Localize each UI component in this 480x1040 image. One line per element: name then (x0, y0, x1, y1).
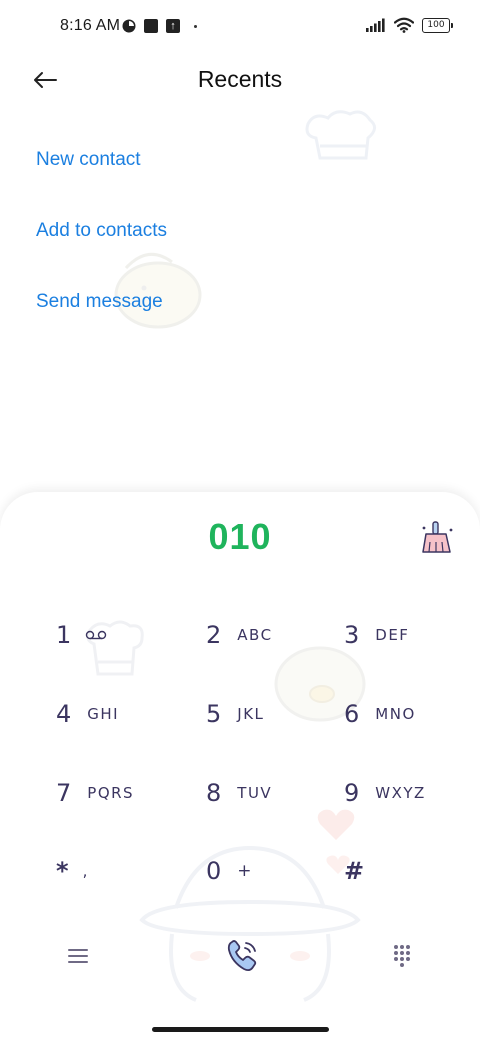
key-digit: 6 (344, 700, 360, 728)
key-digit: 9 (344, 779, 360, 807)
call-button[interactable] (222, 936, 262, 976)
key-digit: 1 (56, 621, 72, 649)
keypad-grid-icon (394, 945, 410, 967)
key-letters: PQRS (87, 784, 135, 802)
key-letters: MNO (375, 705, 416, 723)
key-letters: GHI (87, 705, 120, 723)
key-digit: 8 (206, 779, 222, 807)
data-saver-icon (122, 19, 136, 33)
key-digit: # (344, 857, 365, 885)
app-notification-icon (144, 19, 158, 33)
key-1[interactable]: 1 (56, 610, 176, 660)
key-letters: ABC (237, 626, 273, 644)
notification-icons: ↑ (122, 19, 197, 33)
key-9[interactable]: 9 WXYZ (344, 768, 464, 818)
recent-actions: New contact Add to contacts Send message (36, 146, 167, 359)
back-button[interactable] (30, 64, 62, 96)
menu-button[interactable] (64, 942, 92, 970)
signal-icon (366, 18, 385, 32)
key-5[interactable]: 5 JKL (206, 689, 326, 739)
key-letters: JKL (237, 705, 265, 723)
dialed-number: 010 (208, 516, 272, 557)
arrow-left-icon (34, 72, 57, 88)
hamburger-icon (68, 949, 88, 963)
chef-hat-doodle (305, 110, 376, 160)
battery-indicator: 100 (422, 17, 453, 33)
broom-icon (422, 521, 453, 553)
add-to-contacts-link[interactable]: Add to contacts (36, 217, 167, 288)
key-letters: WXYZ (375, 784, 426, 802)
key-7[interactable]: 7 PQRS (56, 768, 176, 818)
page-title: Recents (197, 66, 283, 92)
key-letters: + (237, 861, 254, 881)
phone-icon (227, 940, 257, 972)
key-0[interactable]: 0 + (206, 846, 326, 896)
more-notifications-icon (194, 24, 197, 28)
clear-button[interactable] (420, 520, 456, 556)
key-8[interactable]: 8 TUV (206, 768, 326, 818)
send-message-link[interactable]: Send message (36, 288, 167, 359)
key-digit: 0 (206, 857, 222, 885)
status-bar: 8:16 AM ↑ 100 (0, 0, 480, 56)
key-letters: DEF (375, 626, 410, 644)
key-star[interactable]: * , (56, 846, 176, 896)
wifi-icon (394, 17, 414, 33)
system-icons: 100 (366, 17, 453, 33)
key-digit: 5 (206, 700, 222, 728)
key-digit: 3 (344, 621, 360, 649)
voicemail-icon (86, 630, 107, 640)
key-2[interactable]: 2 ABC (206, 610, 326, 660)
key-digit: 7 (56, 779, 72, 807)
status-time: 8:16 AM (60, 17, 121, 34)
key-digit: 2 (206, 621, 222, 649)
dialer-screen: 8:16 AM ↑ 100 Recents New contact Add to… (0, 0, 480, 1040)
home-indicator[interactable] (152, 1027, 329, 1032)
key-letters: TUV (237, 784, 273, 802)
new-contact-link[interactable]: New contact (36, 146, 167, 217)
upload-icon: ↑ (166, 19, 180, 33)
key-digit: 4 (56, 700, 72, 728)
key-digit: * (56, 857, 69, 885)
key-6[interactable]: 6 MNO (344, 689, 464, 739)
key-letters: , (82, 862, 89, 880)
key-hash[interactable]: # (344, 846, 464, 896)
key-4[interactable]: 4 GHI (56, 689, 176, 739)
key-3[interactable]: 3 DEF (344, 610, 464, 660)
keypad-toggle-button[interactable] (388, 942, 416, 970)
